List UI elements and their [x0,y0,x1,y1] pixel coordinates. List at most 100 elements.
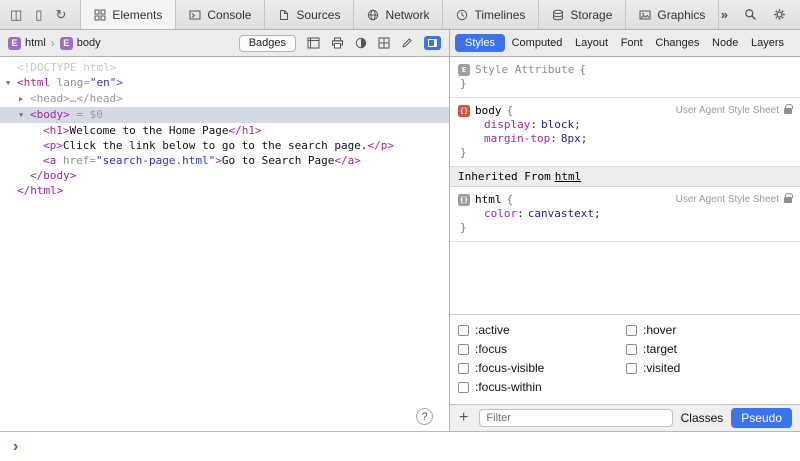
network-icon [367,9,379,21]
dom-token [56,154,63,167]
pseudo-checkbox-focus[interactable]: :focus [458,342,626,356]
doctype-node[interactable]: <!DOCTYPE html> [0,60,449,75]
dom-token: <h1> [43,124,70,137]
css-property[interactable]: margin-top:8px; [458,132,792,146]
print-styles-icon[interactable] [331,37,344,49]
help-button[interactable]: ? [416,408,433,425]
close-brace: } [458,221,792,235]
pseudo-toggle-button[interactable]: Pseudo [731,408,792,428]
pseudo-checkbox-visited[interactable]: :visited [626,361,794,375]
css-property[interactable]: color:canvastext; [458,207,792,221]
pseudo-checkbox-active[interactable]: :active [458,323,626,337]
styles-filter-bar: + Classes Pseudo [450,404,800,431]
pseudo-checkbox-target[interactable]: :target [626,342,794,356]
style-filter-input[interactable] [479,409,672,427]
tab-overflow-icon[interactable]: » [721,7,728,22]
css-property[interactable]: display:block; [458,118,792,132]
tab-console[interactable]: Console [176,0,265,29]
tab-storage[interactable]: Storage [539,0,626,29]
html-open-node[interactable]: ▼<html lang="en"> [0,75,449,91]
stylesheet-source-label: User Agent Style Sheet [676,104,792,118]
search-icon[interactable] [744,8,757,21]
tab-font[interactable]: Font [615,34,649,52]
property-value: canvastext [528,207,594,220]
quick-console[interactable]: › [0,431,800,461]
pseudo-class-panel: :active :focus :focus-visible :focus-within… [450,314,800,404]
body-rule-section[interactable]: {} body { User Agent Style Sheet display… [450,98,800,167]
appearance-icon[interactable] [355,37,367,49]
dock-side-icon[interactable]: ◫ [10,8,22,21]
gear-icon[interactable] [773,8,786,21]
rulers-icon[interactable] [307,37,320,49]
dom-token: = [70,108,90,121]
tab-layout[interactable]: Layout [569,34,614,52]
tab-network[interactable]: Network [354,0,443,29]
tab-label: Graphics [657,8,705,22]
dom-token: Welcome to the Home Page [70,124,229,137]
rule-selector: html [475,193,502,207]
tab-elements[interactable]: Elements [80,0,176,29]
pseudo-label: :focus [475,342,507,356]
classes-toggle-button[interactable]: Classes [681,411,724,425]
dom-token: href [63,154,90,167]
dom-token: <!DOCTYPE html> [17,61,116,74]
tab-label: Sources [296,8,340,22]
h1-node[interactable]: <h1>Welcome to the Home Page</h1> [0,123,449,138]
html-close-node[interactable]: </html> [0,183,449,198]
element-badge-icon: E [60,37,73,50]
rule-selector: body [475,104,502,118]
inherited-element-link[interactable]: html [555,170,582,183]
device-icon[interactable]: ▯ [35,8,42,21]
tab-styles[interactable]: Styles [455,34,505,52]
dom-token: </a> [334,154,361,167]
details-sidebar-icon[interactable] [424,36,441,50]
dom-token: </h1> [228,124,261,137]
element-badge-icon: E [458,64,470,76]
disclosure-down-icon[interactable]: ▼ [19,108,30,123]
tab-label: Network [385,8,429,22]
style-attribute-section[interactable]: E Style Attribute { } [450,57,800,98]
stylesheet-source-label: User Agent Style Sheet [676,193,792,207]
disclosure-down-icon[interactable]: ▼ [6,76,17,91]
pseudo-checkbox-hover[interactable]: :hover [626,323,794,337]
paint-flashing-icon[interactable] [401,37,413,49]
semicolon: ; [594,207,601,220]
main-content: <!DOCTYPE html>▼<html lang="en">▶<head>…… [0,57,800,431]
sidebar-glyph [428,39,437,47]
dom-token: = [89,154,96,167]
badges-button[interactable]: Badges [239,35,296,52]
timelines-icon [456,9,468,21]
property-name: display [484,118,530,131]
body-close-node[interactable]: </body> [0,168,449,183]
sources-icon [278,9,290,21]
new-rule-add-button[interactable]: + [456,410,471,426]
pseudo-checkbox-focus-visible[interactable]: :focus-visible [458,361,626,375]
lock-icon [784,197,792,203]
reload-icon[interactable]: ↻ [55,8,66,21]
p-node[interactable]: <p>Click the link below to go to the sea… [0,138,449,153]
pseudo-checkbox-focus-within[interactable]: :focus-within [458,380,626,394]
tab-computed[interactable]: Computed [506,34,569,52]
tab-changes[interactable]: Changes [649,34,705,52]
dom-token: <html [17,76,50,89]
semicolon: ; [581,132,588,145]
dom-token: $0 [90,108,103,121]
pseudo-label: :active [475,323,510,337]
breadcrumb-item-body[interactable]: Ebody [60,37,101,50]
dom-token: > [215,154,222,167]
lock-icon [784,108,792,114]
tab-layers[interactable]: Layers [745,34,790,52]
head-node[interactable]: ▶<head>…</head> [0,91,449,107]
breadcrumb-item-html[interactable]: Ehtml [8,37,46,50]
tab-node[interactable]: Node [706,34,744,52]
checkbox-icon [626,325,637,336]
html-rule-section[interactable]: {} html { User Agent Style Sheet color:c… [450,187,800,242]
tab-sources[interactable]: Sources [265,0,354,29]
a-node[interactable]: <a href="search-page.html">Go to Search … [0,153,449,168]
tab-graphics[interactable]: Graphics [626,0,719,29]
grid-overlay-icon[interactable] [378,37,390,49]
tab-label: Console [207,8,251,22]
tab-timelines[interactable]: Timelines [443,0,539,29]
body-node[interactable]: ▼<body> = $0 [0,107,449,123]
disclosure-right-icon[interactable]: ▶ [19,92,30,107]
